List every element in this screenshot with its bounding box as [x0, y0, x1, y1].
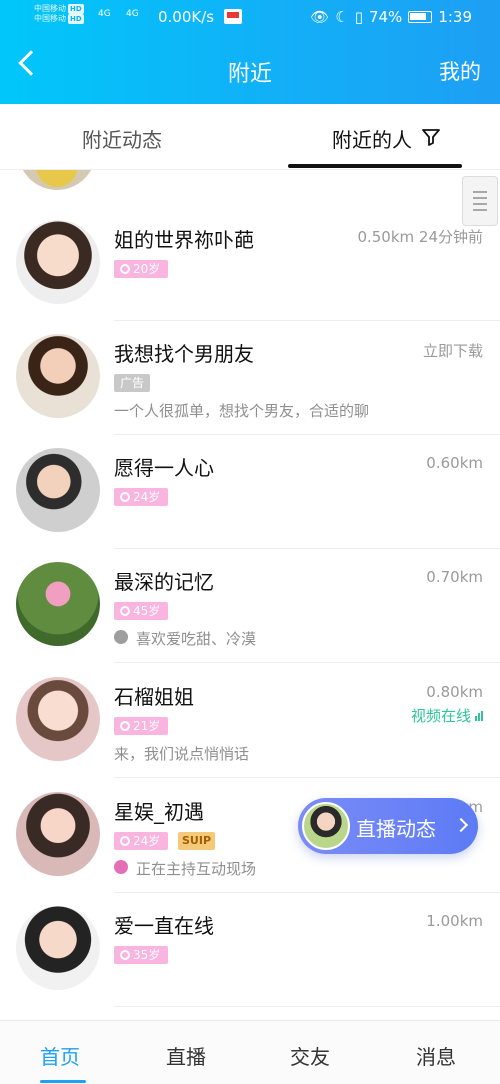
video-online-status[interactable]: 视频在线 [411, 705, 483, 726]
scroll-handle[interactable] [462, 176, 498, 226]
handle-line [473, 203, 487, 205]
person-description: 一个人很孤单，想找个男友，合适的聊 [114, 402, 370, 420]
avatar[interactable] [16, 220, 100, 304]
gender-icon [120, 836, 130, 846]
age-tag: 24岁 [114, 488, 169, 506]
clock-time: 1:39 [438, 8, 472, 26]
list-item[interactable]: 姐的世界祢卟葩 0.50km 24分钟前 20岁 [0, 206, 500, 321]
moon-icon: ☾ [335, 8, 349, 26]
vibrate-icon: ▯ [354, 8, 363, 26]
person-name: 爱一直在线 [114, 914, 214, 938]
hd-badge-1: HD [68, 4, 84, 14]
live-feed-button[interactable]: 直播动态 [298, 798, 478, 854]
heart-icon [114, 860, 128, 874]
distance: 0.70km [426, 568, 483, 586]
age-text: 20岁 [133, 262, 161, 276]
age-tag: 24岁 [114, 832, 169, 850]
handle-line [473, 191, 487, 193]
avatar[interactable] [16, 562, 100, 646]
nav-home[interactable]: 首页 [40, 1041, 80, 1070]
age-tag: 35岁 [114, 946, 169, 964]
distance: 0.80km [426, 683, 483, 701]
list-item[interactable]: 石榴姐姐 0.80km 视频在线 21岁 来，我们说点悄悄话 [0, 663, 500, 778]
age-tag: 20岁 [114, 260, 169, 278]
signal-icon-2: 4G [126, 9, 139, 19]
person-name: 愿得一人心 [114, 456, 214, 480]
live-avatar [302, 802, 350, 850]
active-tab-indicator [288, 164, 462, 168]
avatar[interactable] [16, 334, 100, 418]
app-notification-icon [224, 9, 242, 24]
tab-nearby-people[interactable]: 附近的人 [332, 124, 412, 153]
distance: 0.60km [426, 454, 483, 472]
my-profile-button[interactable]: 我的 [439, 56, 481, 86]
nav-friends[interactable]: 交友 [290, 1041, 330, 1070]
age-text: 35岁 [133, 948, 161, 962]
suip-badge: SUIP [178, 832, 216, 850]
list-item[interactable]: 爱一直在线 1.00km 35岁 [0, 892, 500, 1007]
signal-icon: 4G [98, 9, 111, 19]
tab-nearby-posts[interactable]: 附近动态 [82, 124, 162, 153]
person-description: 喜欢爱吃甜、冷漠 [136, 630, 257, 648]
gender-icon [120, 950, 130, 960]
person-name: 石榴姐姐 [114, 685, 194, 709]
battery-icon [408, 11, 433, 23]
status-right: 👁 ☾ ▯ 74% 1:39 [310, 8, 472, 26]
avatar[interactable] [16, 448, 100, 532]
age-text: 45岁 [133, 604, 161, 618]
avatar[interactable] [16, 677, 100, 761]
network-speed: 0.00K/s [158, 8, 215, 26]
avatar[interactable] [18, 170, 96, 190]
carrier-info: 中国移动 HD 中国移动 HD [34, 4, 84, 24]
video-online-label: 视频在线 [410, 707, 471, 725]
list-item[interactable]: 我想找个男朋友 立即下载 广告 一个人很孤单，想找个男友，合适的聊 [0, 320, 500, 435]
eye-icon: 👁 [310, 8, 330, 26]
age-text: 21岁 [133, 719, 161, 733]
handle-line [473, 197, 487, 199]
page-title: 附近 [227, 62, 272, 87]
list-item[interactable]: 愿得一人心 0.60km 24岁 [0, 434, 500, 549]
nav-live[interactable]: 直播 [166, 1041, 206, 1070]
people-list[interactable]: 姐的世界祢卟葩 0.50km 24分钟前 20岁 我想找个男朋友 立即下载 广告… [0, 170, 500, 1020]
age-tag: 45岁 [114, 602, 169, 620]
person-name: 姐的世界祢卟葩 [114, 228, 254, 252]
age-text: 24岁 [133, 834, 161, 848]
gender-icon [120, 721, 130, 731]
ad-badge: 广告 [114, 374, 151, 392]
download-link[interactable]: 立即下载 [423, 340, 483, 361]
list-item[interactable]: 最深的记忆 0.70km 45岁 喜欢爱吃甜、冷漠 [0, 548, 500, 663]
nav-messages[interactable]: 消息 [416, 1041, 456, 1070]
signature-icon [114, 630, 128, 644]
filter-funnel-icon[interactable] [422, 128, 440, 146]
signal-bars-icon [475, 710, 483, 721]
gender-icon [120, 492, 130, 502]
chevron-right-icon [453, 817, 469, 833]
person-description: 正在主持互动现场 [136, 860, 257, 878]
gender-icon [120, 264, 130, 274]
avatar[interactable] [16, 792, 100, 876]
age-tag: 21岁 [114, 717, 169, 735]
handle-line [473, 209, 487, 211]
status-bar: 中国移动 HD 中国移动 HD 4G 4G 0.00K/s 👁 ☾ ▯ 74% 1:… [0, 0, 500, 34]
age-text: 24岁 [133, 490, 161, 504]
active-nav-indicator [40, 1080, 86, 1083]
carrier-2: 中国移动 [34, 14, 66, 23]
avatar[interactable] [16, 906, 100, 990]
app-header: 中国移动 HD 中国移动 HD 4G 4G 0.00K/s 👁 ☾ ▯ 74% 1:… [0, 0, 500, 104]
battery-percent: 74% [368, 8, 403, 26]
live-feed-label: 直播动态 [356, 817, 436, 841]
distance: 1.00km [426, 912, 483, 930]
person-description: 来，我们说点悄悄话 [114, 745, 250, 763]
gender-icon [120, 606, 130, 616]
person-name: 我想找个男朋友 [114, 342, 254, 366]
person-name: 最深的记忆 [114, 570, 214, 594]
carrier-1: 中国移动 [34, 4, 66, 13]
hd-badge-2: HD [68, 14, 84, 24]
bottom-nav: 首页 直播 交友 消息 [0, 1020, 500, 1084]
person-name: 星娱_初遇 [114, 800, 204, 824]
distance-time: 0.50km 24分钟前 [357, 228, 483, 246]
divider [114, 1006, 500, 1007]
